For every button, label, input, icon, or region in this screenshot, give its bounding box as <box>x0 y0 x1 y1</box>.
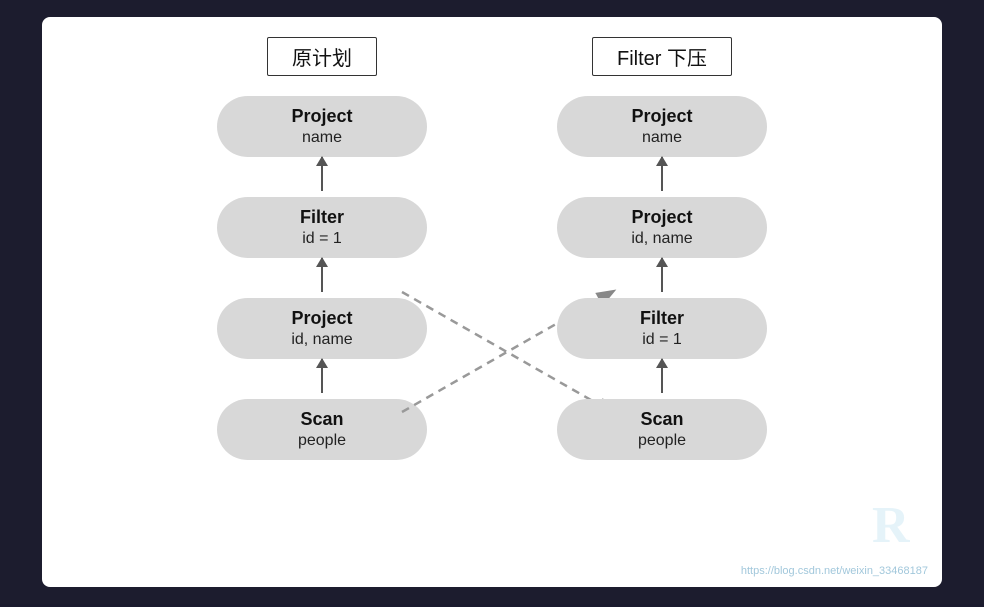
left-arrow-3 <box>217 359 427 399</box>
right-node-4-subtitle: people <box>557 432 767 450</box>
left-node-3: Project id, name <box>217 298 427 359</box>
right-node-4-title: Scan <box>557 409 767 430</box>
right-arrow-up-3 <box>661 359 663 393</box>
left-node-3-subtitle: id, name <box>217 331 427 349</box>
right-arrow-1 <box>557 157 767 197</box>
right-arrow-3 <box>557 359 767 399</box>
left-node-1: Project name <box>217 96 427 157</box>
watermark-logo: R <box>872 492 922 557</box>
right-node-1: Project name <box>557 96 767 157</box>
left-arrow-up-1 <box>321 157 323 191</box>
right-arrow-up-1 <box>661 157 663 191</box>
left-arrow-2 <box>217 258 427 298</box>
left-node-4-title: Scan <box>217 409 427 430</box>
left-arrow-1 <box>217 157 427 197</box>
left-arrow-up-3 <box>321 359 323 393</box>
left-node-1-subtitle: name <box>217 129 427 147</box>
right-node-3-title: Filter <box>557 308 767 329</box>
left-node-1-title: Project <box>217 106 427 127</box>
diagram-container: 原计划 Project name Filter id = 1 <box>0 0 984 604</box>
columns-wrapper: 原计划 Project name Filter id = 1 <box>192 37 792 460</box>
left-node-2-subtitle: id = 1 <box>217 230 427 248</box>
left-column: 原计划 Project name Filter id = 1 <box>192 37 452 460</box>
left-column-title: 原计划 <box>267 37 377 76</box>
right-node-4: Scan people <box>557 399 767 460</box>
right-node-2-subtitle: id, name <box>557 230 767 248</box>
right-node-3-subtitle: id = 1 <box>557 331 767 349</box>
right-node-1-subtitle: name <box>557 129 767 147</box>
left-node-3-title: Project <box>217 308 427 329</box>
left-node-4: Scan people <box>217 399 427 460</box>
white-background: 原计划 Project name Filter id = 1 <box>42 17 942 587</box>
right-column: Filter 下压 Project name Project id, name <box>532 37 792 460</box>
left-node-2-title: Filter <box>217 207 427 228</box>
right-arrow-2 <box>557 258 767 298</box>
right-node-2-title: Project <box>557 207 767 228</box>
right-node-1-title: Project <box>557 106 767 127</box>
right-node-3: Filter id = 1 <box>557 298 767 359</box>
left-arrow-up-2 <box>321 258 323 292</box>
left-node-4-subtitle: people <box>217 432 427 450</box>
svg-text:R: R <box>872 497 911 552</box>
left-node-2: Filter id = 1 <box>217 197 427 258</box>
watermark-text: https://blog.csdn.net/weixin_33468187 <box>741 565 928 577</box>
right-node-2: Project id, name <box>557 197 767 258</box>
right-arrow-up-2 <box>661 258 663 292</box>
right-column-title: Filter 下压 <box>592 37 732 76</box>
